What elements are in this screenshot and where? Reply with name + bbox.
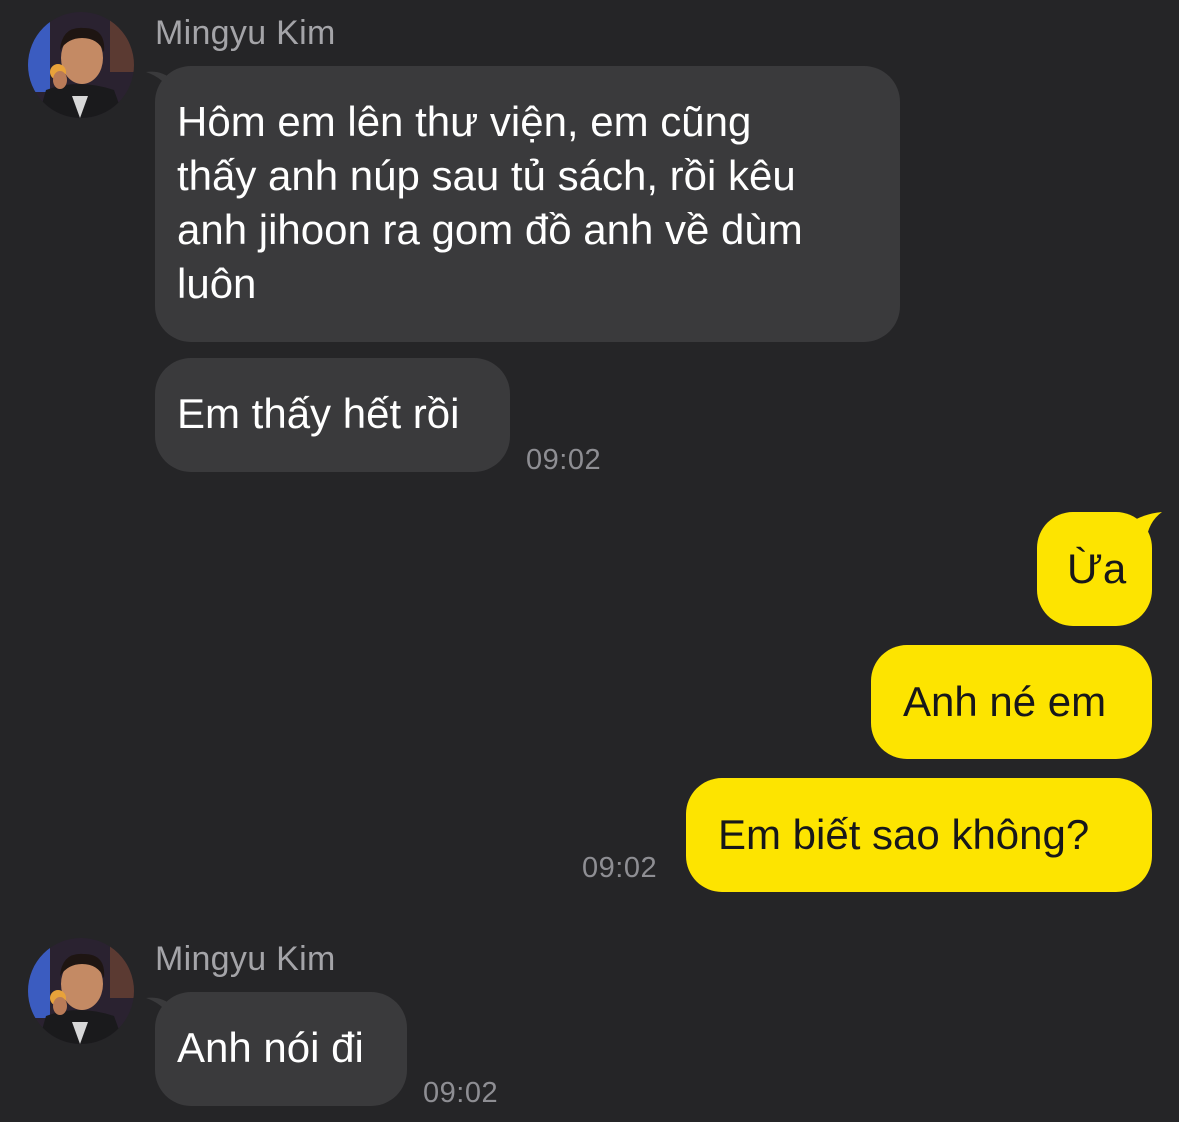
message-bubble-outgoing[interactable]: Ừa bbox=[1037, 512, 1152, 626]
message-bubble-incoming[interactable]: Anh nói đi bbox=[155, 992, 407, 1106]
profile-photo-icon bbox=[28, 12, 134, 118]
message-bubble-incoming[interactable]: Em thấy hết rồi bbox=[155, 358, 510, 472]
message-timestamp: 09:02 bbox=[582, 852, 658, 884]
sender-name: Mingyu Kim bbox=[155, 14, 336, 52]
sender-name: Mingyu Kim bbox=[155, 940, 336, 978]
chat-conversation: Mingyu Kim Hôm em lên thư viện, em cũng … bbox=[0, 0, 1179, 1122]
message-timestamp: 09:02 bbox=[526, 444, 602, 476]
message-bubble-incoming[interactable]: Hôm em lên thư viện, em cũng thấy anh nú… bbox=[155, 66, 900, 342]
message-bubble-outgoing[interactable]: Anh né em bbox=[871, 645, 1152, 759]
profile-photo-icon bbox=[28, 938, 134, 1044]
message-timestamp: 09:02 bbox=[423, 1077, 499, 1109]
message-bubble-outgoing[interactable]: Em biết sao không? bbox=[686, 778, 1152, 892]
avatar[interactable] bbox=[28, 938, 134, 1044]
avatar[interactable] bbox=[28, 12, 134, 118]
